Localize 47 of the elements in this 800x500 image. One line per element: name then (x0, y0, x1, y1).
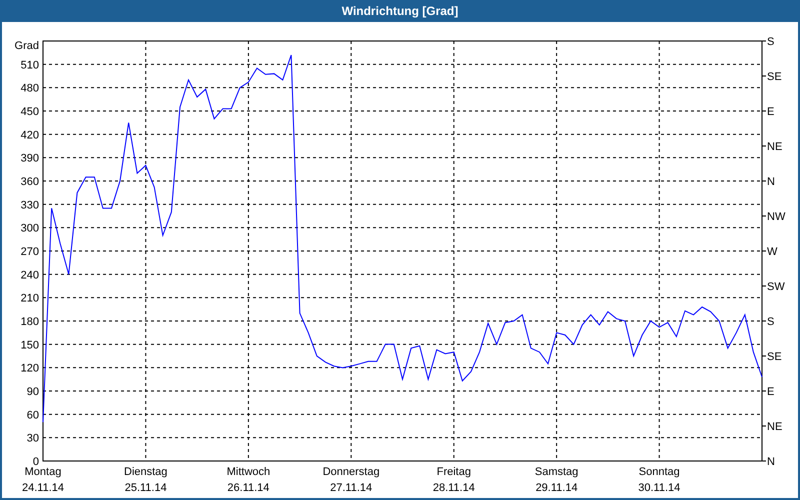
right-axis-label: NE (767, 141, 782, 153)
y-axis-label: 150 (20, 339, 39, 352)
right-axis-label: NE (767, 421, 782, 433)
y-axis-label: 270 (20, 246, 39, 258)
x-axis-date-label: 26.11.14 (227, 482, 270, 494)
right-axis-label: N (767, 176, 775, 188)
right-axis-label: S (767, 36, 774, 48)
x-axis-date-label: 28.11.14 (432, 482, 475, 494)
y-axis-title: Grad (14, 40, 39, 52)
x-axis-date-label: 27.11.14 (330, 482, 372, 494)
right-axis-label: NW (767, 211, 786, 223)
y-axis-label: 300 (20, 222, 39, 235)
y-axis-label: 210 (20, 292, 39, 305)
right-axis-label: W (767, 246, 778, 258)
y-axis-label: 120 (20, 362, 39, 375)
y-axis-label: 60 (26, 409, 39, 422)
x-axis-date-label: 29.11.14 (536, 482, 578, 494)
right-axis-label: N (767, 456, 775, 468)
right-axis-label: SW (767, 281, 785, 293)
x-axis-day-label: Mittwoch (226, 466, 270, 478)
right-axis-label: E (767, 106, 774, 118)
y-axis-label: 30 (26, 432, 39, 445)
right-axis-label: E (767, 386, 774, 398)
y-axis-label: 450 (20, 106, 39, 118)
x-axis-day-label: Donnerstag (322, 466, 380, 478)
x-axis-day-label: Sonntag (638, 466, 680, 478)
y-axis-label: 90 (26, 386, 39, 398)
x-axis-date-label: 30.11.14 (638, 482, 680, 494)
x-axis-date-label: 24.11.14 (22, 482, 64, 494)
x-axis-day-label: Dienstag (124, 466, 168, 478)
y-axis-label: 510 (20, 59, 39, 72)
x-axis-day-label: Samstag (534, 466, 578, 478)
y-axis-label: 480 (20, 82, 39, 95)
x-axis-day-label: Montag (24, 466, 62, 478)
right-axis-label: S (767, 316, 774, 328)
x-axis-date-label: 25.11.14 (124, 482, 167, 494)
y-axis-label: 0 (32, 456, 39, 468)
y-axis-label: 360 (20, 176, 39, 188)
y-axis-label: 180 (20, 316, 39, 328)
right-axis-label: SE (767, 351, 782, 363)
y-axis-label: 420 (20, 129, 39, 142)
y-axis-label: 240 (20, 269, 39, 282)
y-axis-label: 330 (20, 199, 39, 212)
x-axis-day-label: Freitag (436, 466, 471, 478)
y-axis-label: 390 (20, 152, 39, 165)
right-axis-label: SE (767, 71, 782, 83)
window-title: Windrichtung [Grad] (340, 3, 460, 20)
